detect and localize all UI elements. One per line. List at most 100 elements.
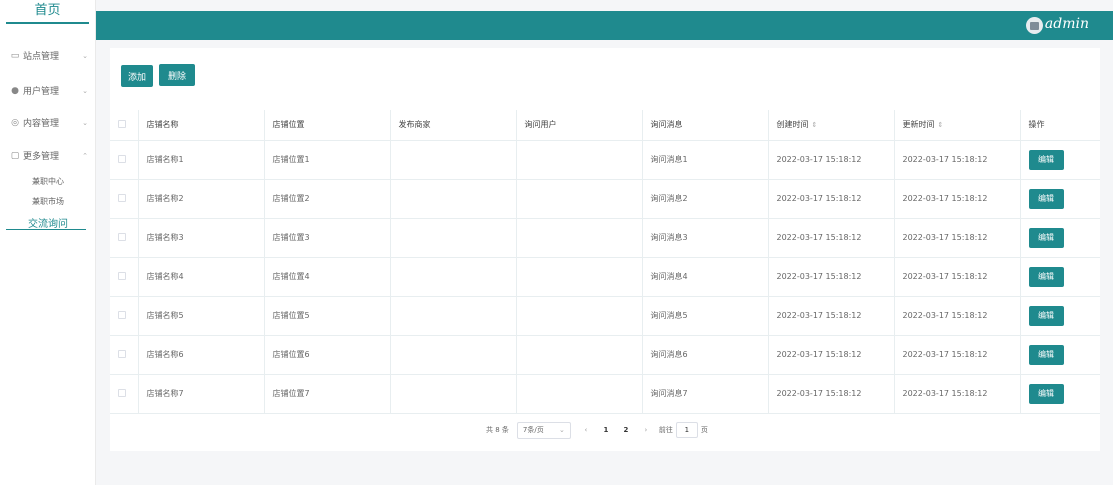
cell-user bbox=[516, 140, 643, 180]
cell-location: 店铺位置4 bbox=[264, 257, 391, 297]
goto-suffix: 页 bbox=[700, 426, 708, 434]
cell-user bbox=[516, 374, 643, 414]
cell-created: 2022-03-17 15:18:12 bbox=[768, 218, 895, 258]
pagination: 共 8 条 7条/页 ⌄ ‹ 1 2 › 前往 1 页 bbox=[486, 421, 708, 439]
edit-button[interactable]: 编辑 bbox=[1028, 266, 1064, 287]
more-icon: ▢ bbox=[10, 150, 20, 161]
cell-created: 2022-03-17 15:18:12 bbox=[768, 335, 895, 375]
cell-message: 询问消息4 bbox=[642, 257, 769, 297]
row-checkbox[interactable] bbox=[118, 310, 126, 319]
cell-name: 店铺名称1 bbox=[138, 140, 265, 180]
sidebar-item-label: 更多管理 bbox=[23, 152, 60, 162]
cell-updated: 2022-03-17 15:18:12 bbox=[894, 257, 1021, 297]
row-select-cell bbox=[110, 374, 139, 414]
row-checkbox[interactable] bbox=[118, 388, 126, 397]
page-number-2[interactable]: 2 bbox=[619, 426, 633, 434]
avatar[interactable] bbox=[1026, 17, 1043, 34]
submenu-item-job-market[interactable]: 兼职市场 bbox=[0, 196, 96, 207]
cell-location: 店铺位置6 bbox=[264, 335, 391, 375]
chevron-down-icon: ⌄ bbox=[82, 86, 88, 95]
cell-merchant bbox=[390, 179, 517, 219]
chevron-down-icon: ⌄ bbox=[559, 426, 565, 434]
edit-button[interactable]: 编辑 bbox=[1028, 227, 1064, 248]
cell-merchant bbox=[390, 218, 517, 258]
select-all-checkbox[interactable] bbox=[118, 119, 126, 128]
goto-label: 前往 bbox=[658, 426, 673, 434]
username-label[interactable]: admin bbox=[1045, 16, 1089, 32]
actions-cell: 编辑 bbox=[1020, 335, 1100, 375]
sidebar-item-label: 用户管理 bbox=[23, 87, 60, 97]
add-button[interactable]: 添加 bbox=[121, 65, 153, 87]
cell-location: 店铺位置7 bbox=[264, 374, 391, 414]
cell-updated: 2022-03-17 15:18:12 bbox=[894, 179, 1021, 219]
submenu-item-job-center[interactable]: 兼职中心 bbox=[0, 176, 96, 187]
cell-message: 询问消息1 bbox=[642, 140, 769, 180]
table-row: 店铺名称4 店铺位置4 询问消息4 2022-03-17 15:18:12 2022-0… bbox=[110, 257, 1100, 297]
edit-button[interactable]: 编辑 bbox=[1028, 344, 1064, 365]
cell-location: 店铺位置5 bbox=[264, 296, 391, 336]
row-checkbox[interactable] bbox=[118, 349, 126, 358]
sidebar-item-label: 站点管理 bbox=[23, 52, 60, 62]
sort-icon[interactable]: ⇕ bbox=[938, 121, 944, 129]
edit-button[interactable]: 编辑 bbox=[1028, 149, 1064, 170]
edit-button[interactable]: 编辑 bbox=[1028, 188, 1064, 209]
column-header-sortable[interactable]: 更新时间 ⇕ bbox=[894, 110, 1021, 141]
column-header: 询问用户 bbox=[516, 110, 643, 141]
cell-created: 2022-03-17 15:18:12 bbox=[768, 140, 895, 180]
page-size-value: 7条/页 bbox=[522, 426, 544, 434]
row-select-cell bbox=[110, 335, 139, 375]
edit-button[interactable]: 编辑 bbox=[1028, 383, 1064, 404]
cell-user bbox=[516, 257, 643, 297]
sidebar: 首页 ▭ 站点管理 ⌄ ● 用户管理 ⌄ ◎ 内容管理 ⌄ ▢ 更多管理 ⌃ 兼… bbox=[0, 0, 96, 485]
column-header: 店铺位置 bbox=[264, 110, 391, 141]
actions-cell: 编辑 bbox=[1020, 296, 1100, 336]
cell-location: 店铺位置1 bbox=[264, 140, 391, 180]
page-size-select[interactable]: 7条/页 ⌄ bbox=[516, 421, 571, 439]
delete-button[interactable]: 删除 bbox=[159, 64, 195, 86]
table-row: 店铺名称1 店铺位置1 询问消息1 2022-03-17 15:18:12 2022-0… bbox=[110, 140, 1100, 180]
row-select-cell bbox=[110, 257, 139, 297]
cell-merchant bbox=[390, 296, 517, 336]
table-row: 店铺名称3 店铺位置3 询问消息3 2022-03-17 15:18:12 2022-0… bbox=[110, 218, 1100, 258]
edit-button[interactable]: 编辑 bbox=[1028, 305, 1064, 326]
row-checkbox[interactable] bbox=[118, 193, 126, 202]
cell-user bbox=[516, 335, 643, 375]
sidebar-item-site-management[interactable]: ▭ 站点管理 ⌄ bbox=[10, 49, 88, 63]
sidebar-item-user-management[interactable]: ● 用户管理 ⌄ bbox=[10, 84, 88, 98]
table-header-row: 店铺名称 店铺位置 发布商家 询问用户 询问消息 创建时间 ⇕ 更新时间 ⇕ 操作 bbox=[110, 110, 1100, 141]
submenu-item-inquiry[interactable]: 交流询问 bbox=[0, 215, 96, 230]
select-all-cell bbox=[110, 110, 139, 141]
goto-page-input[interactable]: 1 bbox=[675, 422, 698, 438]
sidebar-item-content-management[interactable]: ◎ 内容管理 ⌄ bbox=[10, 116, 88, 130]
page-number-1[interactable]: 1 bbox=[599, 426, 613, 434]
row-checkbox[interactable] bbox=[118, 154, 126, 163]
column-header: 操作 bbox=[1020, 110, 1100, 141]
row-select-cell bbox=[110, 218, 139, 258]
prev-page-button[interactable]: ‹ bbox=[579, 426, 593, 434]
sort-icon[interactable]: ⇕ bbox=[812, 121, 818, 129]
cell-merchant bbox=[390, 257, 517, 297]
active-indicator bbox=[6, 229, 86, 230]
next-page-button[interactable]: › bbox=[639, 426, 653, 434]
cell-user bbox=[516, 218, 643, 258]
row-select-cell bbox=[110, 296, 139, 336]
cell-updated: 2022-03-17 15:18:12 bbox=[894, 335, 1021, 375]
actions-cell: 编辑 bbox=[1020, 179, 1100, 219]
column-header-sortable[interactable]: 创建时间 ⇕ bbox=[768, 110, 895, 141]
row-select-cell bbox=[110, 140, 139, 180]
column-header: 发布商家 bbox=[390, 110, 517, 141]
sidebar-item-more-management[interactable]: ▢ 更多管理 ⌃ bbox=[10, 149, 88, 163]
table-row: 店铺名称5 店铺位置5 询问消息5 2022-03-17 15:18:12 2022-0… bbox=[110, 296, 1100, 336]
cell-user bbox=[516, 296, 643, 336]
table-row: 店铺名称7 店铺位置7 询问消息7 2022-03-17 15:18:12 2022-0… bbox=[110, 374, 1100, 414]
monitor-icon: ▭ bbox=[10, 50, 20, 61]
actions-cell: 编辑 bbox=[1020, 257, 1100, 297]
column-header: 店铺名称 bbox=[138, 110, 265, 141]
cell-merchant bbox=[390, 140, 517, 180]
row-checkbox[interactable] bbox=[118, 232, 126, 241]
table-row: 店铺名称6 店铺位置6 询问消息6 2022-03-17 15:18:12 2022-0… bbox=[110, 335, 1100, 375]
row-checkbox[interactable] bbox=[118, 271, 126, 280]
column-header-label: 更新时间 bbox=[902, 120, 935, 130]
cell-name: 店铺名称6 bbox=[138, 335, 265, 375]
sidebar-home-link[interactable]: 首页 bbox=[6, 0, 89, 24]
